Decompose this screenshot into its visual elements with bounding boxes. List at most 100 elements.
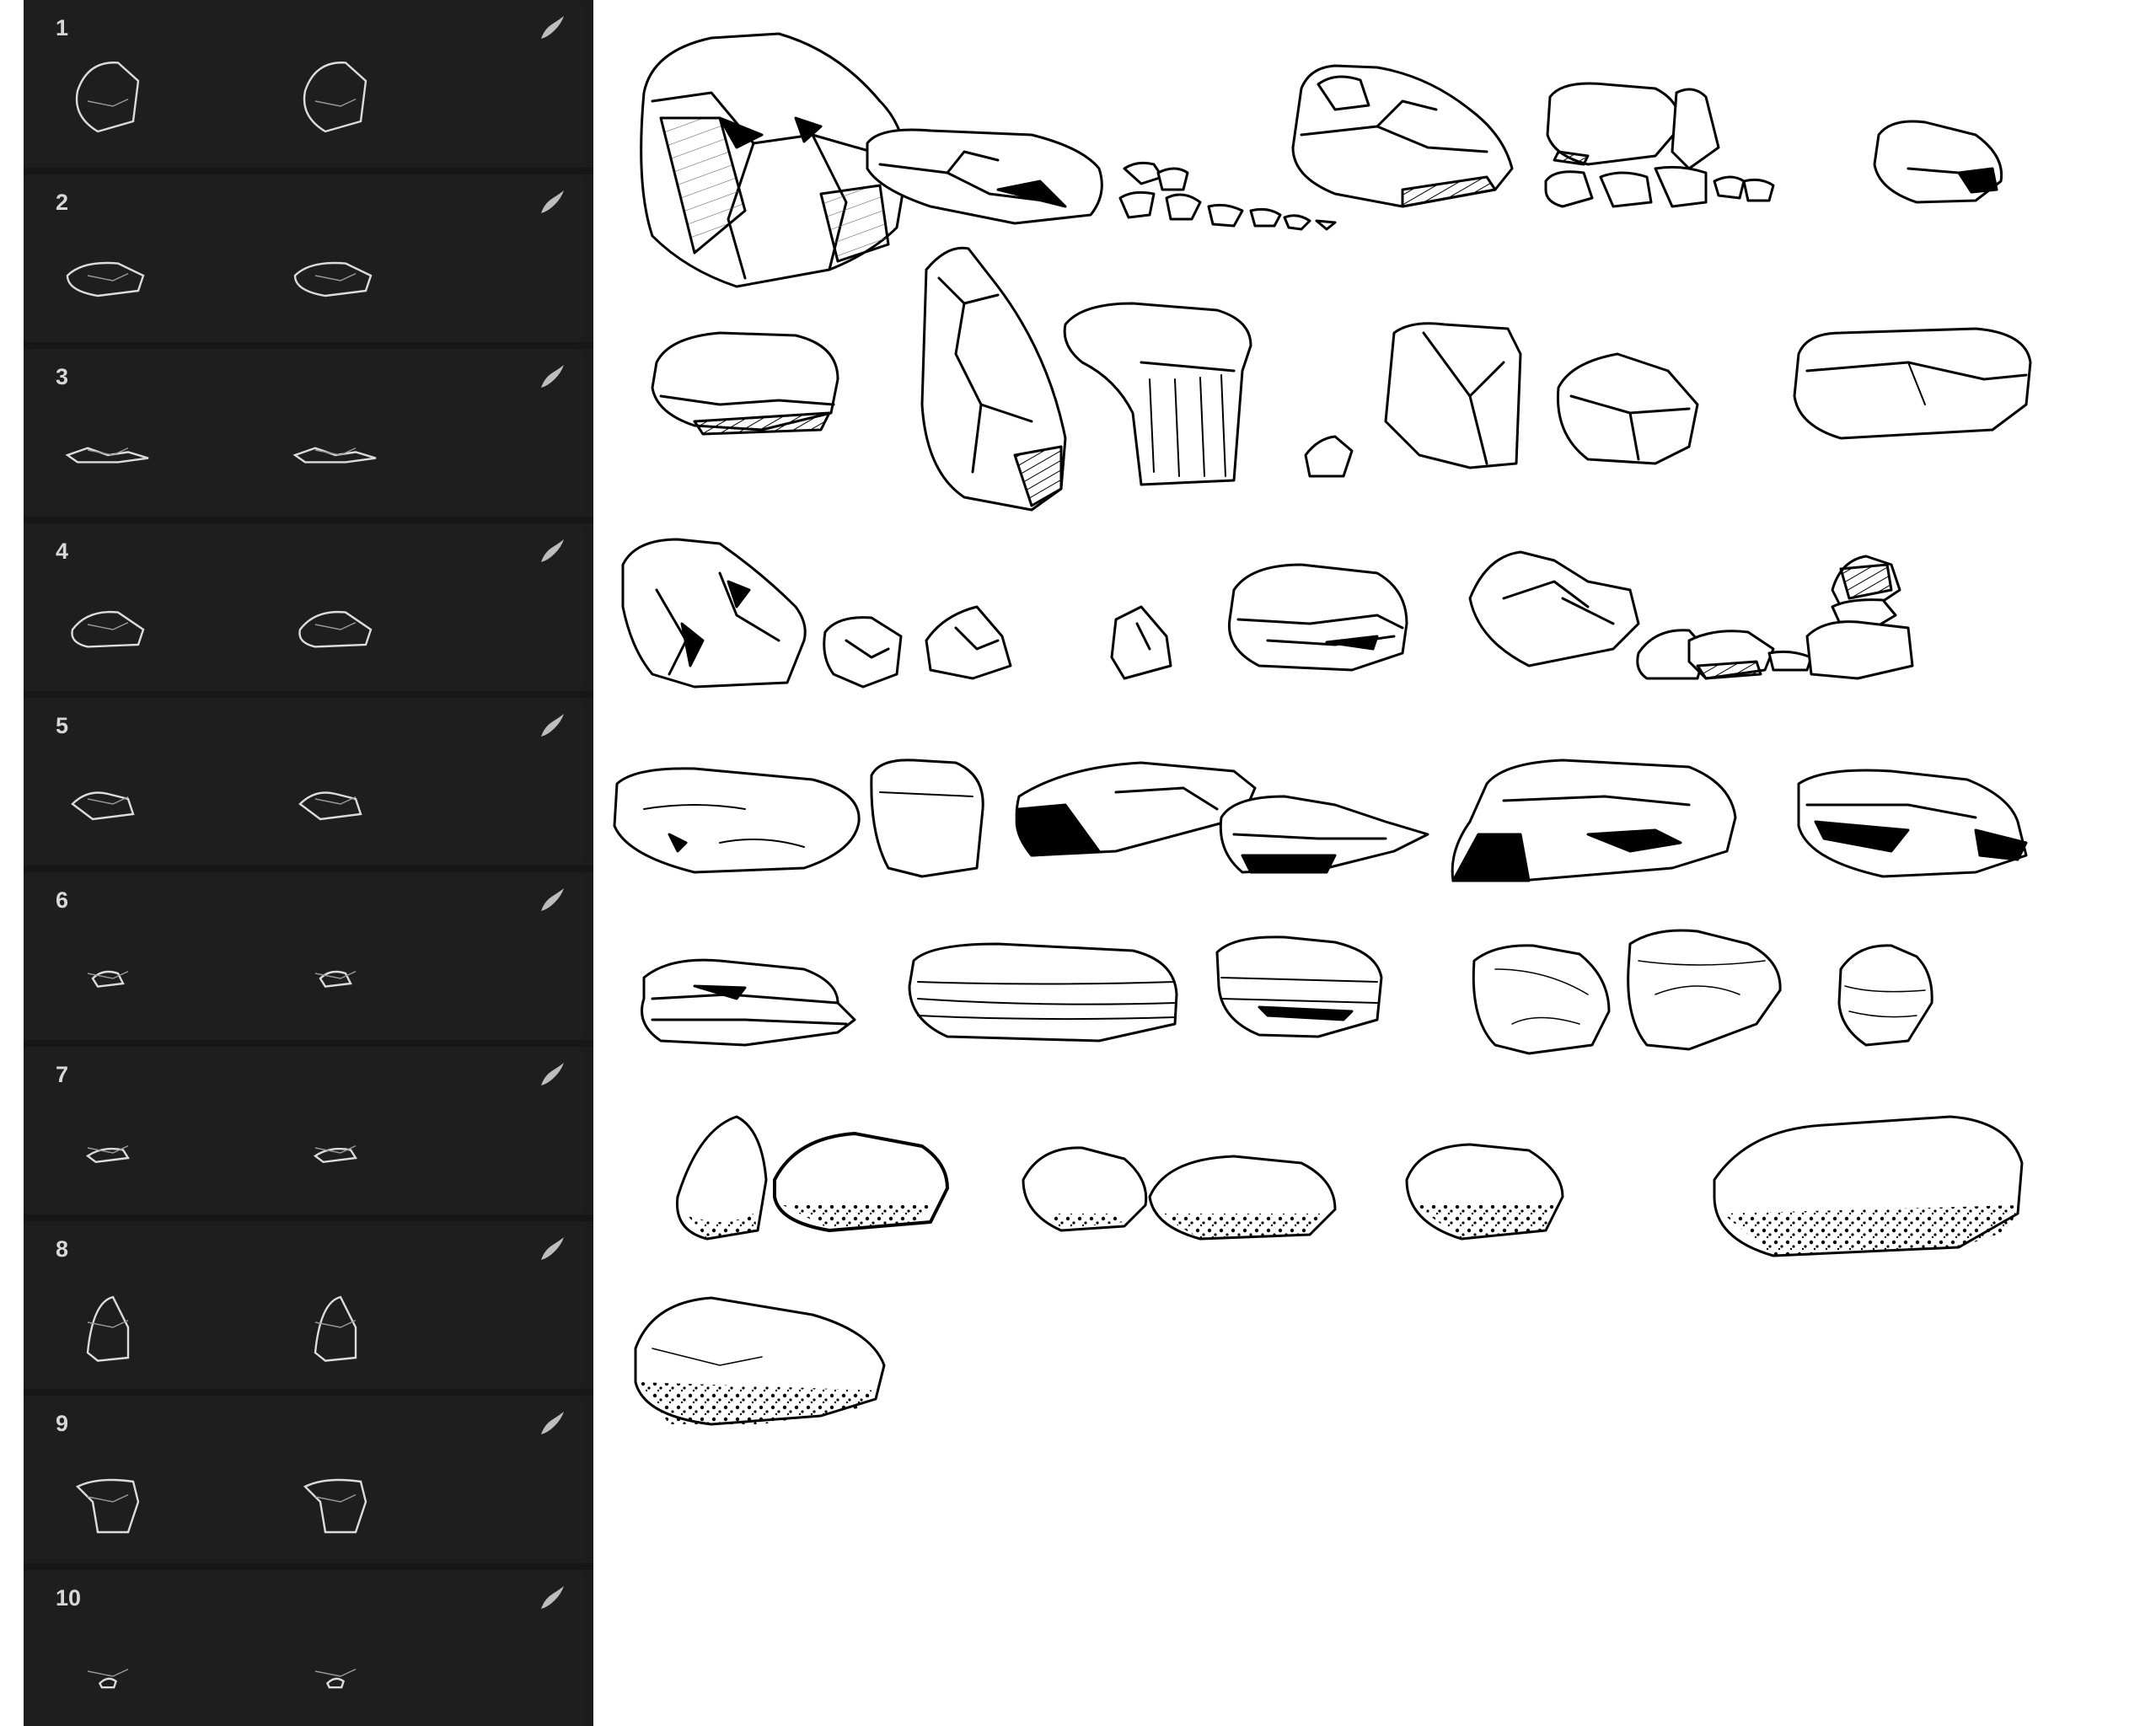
rock-boulder-medium: [1556, 352, 1699, 465]
rock-stippled-1: [675, 1115, 768, 1241]
brush-stroke-icon: [541, 365, 564, 388]
rock-layered-slab-2: [651, 331, 839, 436]
brush-preview-a-rock-pile: [71, 791, 135, 821]
brush-row-divider: [24, 1389, 593, 1396]
rock-small-round-2: [823, 616, 903, 689]
brush-preview-a-rock-tiny: [87, 1668, 129, 1689]
rock-flat-slab-1: [866, 128, 1103, 225]
rock-small-round-1: [1873, 120, 2003, 204]
rock-stippled-5: [1405, 1143, 1564, 1241]
brush-item-4[interactable]: 4: [24, 523, 583, 691]
brush-item-3[interactable]: 3: [24, 349, 583, 517]
brush-preview-b-rock-stump: [303, 1478, 367, 1534]
brush-row-divider: [24, 1563, 593, 1570]
brush-row-divider: [24, 517, 593, 523]
rock-stippled-boulder: [634, 1296, 886, 1426]
rock-stippled-3: [1022, 1146, 1148, 1232]
rock-tiny-1: [1304, 435, 1354, 478]
brush-preview-b-rock-small: [314, 970, 357, 988]
brush-item-6[interactable]: 6: [24, 872, 583, 1040]
brush-library-panel[interactable]: 1 2 3 4 5 6 7 8 9 10: [24, 0, 593, 1726]
brush-preview-a-rock-tall-shard: [86, 1295, 130, 1362]
rock-layered-pancake-3: [1215, 935, 1383, 1038]
rock-cracked-boulder: [621, 538, 807, 689]
brush-preview-b-rock-flat-slab: [293, 261, 373, 297]
brush-preview-a-rock-flat-small: [85, 1144, 131, 1164]
rock-smooth-pebble-3: [1837, 944, 1933, 1047]
brush-number: 1: [56, 15, 69, 40]
brush-preview-a-rock-small: [87, 970, 129, 988]
rock-dark-slab: [1015, 761, 1257, 857]
brush-preview-b-rock-flat-small: [313, 1144, 358, 1164]
brush-row-divider: [24, 1214, 593, 1221]
brush-item-9[interactable]: 9: [24, 1396, 583, 1563]
rock-stacked-cairn: [1805, 555, 1914, 680]
brush-preview-a-rock-layered-boulder: [71, 610, 145, 648]
rock-dark-layered-2: [1797, 769, 2028, 878]
rock-small-peak: [1110, 605, 1172, 680]
rock-stacked-boulder-1: [1291, 64, 1514, 208]
brush-item-1[interactable]: 1: [24, 0, 583, 168]
rock-smooth-pebble-1: [1472, 944, 1611, 1055]
rock-dark-slab-large: [1451, 758, 1737, 882]
brush-stroke-icon: [541, 190, 564, 213]
rock-stump: [1063, 302, 1252, 486]
rock-illustrations: [613, 32, 2032, 1426]
brush-item-5[interactable]: 5: [24, 698, 583, 866]
brush-item-7[interactable]: 7: [24, 1047, 583, 1214]
brush-stroke-icon: [541, 1063, 564, 1085]
brush-row-divider: [24, 168, 593, 174]
brush-stroke-icon: [541, 16, 564, 39]
brush-row-divider: [24, 691, 593, 698]
brush-row-divider: [24, 866, 593, 872]
brush-preview-b-rock-pebble-scatter: [292, 447, 377, 464]
brush-item-8[interactable]: 8: [24, 1221, 583, 1389]
brush-number: 5: [56, 713, 69, 738]
brush-item-10[interactable]: 10: [24, 1570, 583, 1726]
rock-stippled-2: [773, 1132, 949, 1232]
drawing-canvas[interactable]: [593, 0, 2156, 1726]
rock-flat-pebbles: [1636, 629, 1813, 680]
brush-preview-a-rock-flat-slab: [66, 261, 145, 297]
brush-number: 2: [56, 190, 69, 215]
brush-number: 3: [56, 364, 69, 389]
rock-layered-mound: [1227, 563, 1408, 672]
rock-smooth-oval-1: [613, 767, 861, 874]
brush-preview-a-rock-stump: [75, 1478, 140, 1534]
brush-stroke-icon: [541, 1237, 564, 1260]
rock-small-angular-1: [925, 605, 1012, 680]
brush-number: 8: [56, 1236, 69, 1262]
brush-preview-b-rock-tall-shard: [314, 1295, 357, 1362]
rock-smooth-pebble-2: [1627, 929, 1782, 1051]
rock-rounded-block: [870, 758, 984, 878]
brush-number: 9: [56, 1411, 69, 1436]
brush-preview-a-rock-pebble-scatter: [65, 447, 149, 464]
brush-row-divider: [24, 1040, 593, 1047]
brush-stroke-icon: [541, 888, 564, 911]
rock-layered-pancake-2: [908, 942, 1178, 1043]
brush-preview-a-rock-cluster-large: [75, 62, 140, 133]
brush-stroke-icon: [541, 539, 564, 562]
rock-stippled-large: [1713, 1115, 2024, 1257]
brush-item-2[interactable]: 2: [24, 174, 583, 342]
rock-stippled-4: [1148, 1155, 1337, 1241]
rock-dark-layered-1: [1219, 795, 1429, 874]
rock-wedge: [1468, 550, 1640, 667]
rock-slab-long: [1793, 327, 2032, 440]
brush-number: 6: [56, 887, 69, 913]
brush-preview-b-rock-pile: [298, 791, 362, 821]
brush-number: 7: [56, 1062, 69, 1087]
brush-stroke-icon: [541, 1586, 564, 1609]
rock-layered-pancake-1: [641, 958, 856, 1047]
brush-stroke-icon: [541, 1412, 564, 1434]
brush-stroke-icon: [541, 714, 564, 737]
brush-preview-b-rock-tiny: [314, 1668, 357, 1689]
rock-pile-1: [1544, 82, 1775, 208]
brush-number: 10: [56, 1585, 82, 1611]
rock-angular-block: [1384, 322, 1522, 469]
brush-number: 4: [56, 539, 69, 564]
app-root: 1 2 3 4 5 6 7 8 9 10: [0, 0, 2156, 1726]
rock-tall-shard: [920, 246, 1067, 512]
brush-preview-b-rock-layered-boulder: [298, 610, 373, 648]
brush-row-divider: [24, 342, 593, 349]
